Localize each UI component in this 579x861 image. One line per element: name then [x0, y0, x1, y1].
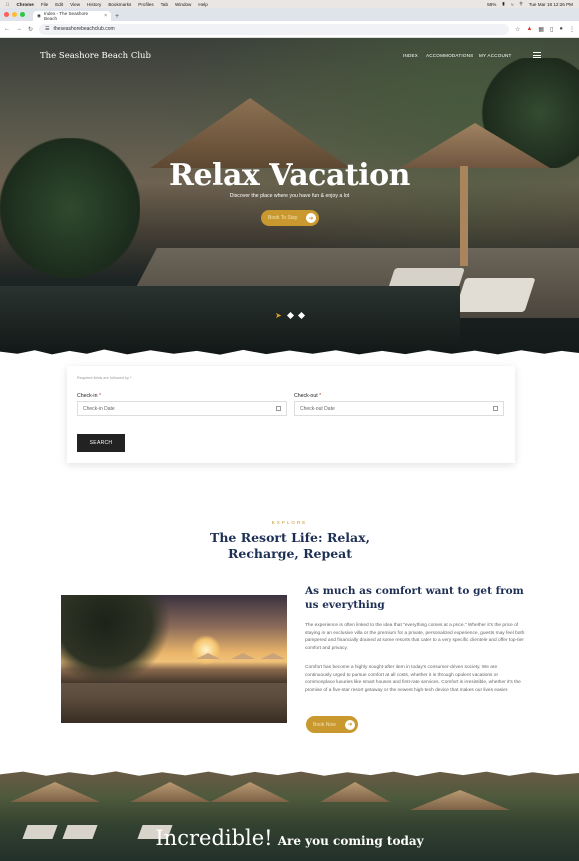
- nav-index[interactable]: INDEX: [403, 53, 418, 58]
- new-tab-button[interactable]: +: [115, 13, 119, 20]
- banner-title-small: Are you coming today: [277, 834, 424, 848]
- menu-file[interactable]: File: [41, 2, 48, 7]
- hamburger-menu-icon[interactable]: [533, 52, 541, 58]
- banner-image-hut: [320, 782, 390, 802]
- content-title: As much as comfort want to get from us e…: [305, 585, 524, 611]
- extension-icon[interactable]: ▲: [526, 26, 532, 33]
- bottom-banner-title: Incredible! Are you coming today: [0, 826, 579, 850]
- book-now-button[interactable]: Book Now ➜: [306, 716, 358, 733]
- menu-edit[interactable]: Edit: [55, 2, 63, 7]
- browser-tab[interactable]: ◉ Index - The Seashore Beach ×: [33, 11, 111, 21]
- checkout-date-field[interactable]: Check-out Date: [294, 401, 504, 416]
- close-window-button[interactable]: [4, 12, 9, 17]
- tab-title: Index - The Seashore Beach: [44, 11, 89, 21]
- battery-icon[interactable]: ▮: [502, 1, 505, 7]
- content-paragraph-2: Comfort has become a highly sought-after…: [305, 665, 521, 693]
- site-info-icon[interactable]: ☰: [45, 26, 49, 32]
- more-menu-icon[interactable]: ⋮: [569, 26, 575, 33]
- checkout-label: Check-out *: [294, 393, 321, 399]
- profile-avatar[interactable]: ●: [559, 26, 563, 33]
- menu-view[interactable]: View: [70, 2, 80, 7]
- clock[interactable]: Tue Mar 18 12:26 PM: [529, 2, 573, 7]
- resort-sunset-image: [61, 595, 287, 723]
- favicon-icon: ◉: [37, 13, 42, 18]
- slider-dots: ➤: [275, 311, 305, 320]
- slide-dot[interactable]: [297, 311, 305, 320]
- extensions-puzzle-icon[interactable]: ▦: [538, 26, 544, 33]
- search-icon[interactable]: ⚲: [519, 1, 522, 7]
- menu-help[interactable]: Help: [198, 2, 207, 7]
- required-mark: *: [319, 393, 322, 399]
- battery-percent: 58%: [487, 1, 497, 7]
- back-icon[interactable]: ←: [4, 26, 10, 32]
- content-paragraph-1: The experience is often linked to the id…: [305, 623, 525, 651]
- menu-profiles[interactable]: Profiles: [138, 2, 153, 7]
- required-mark: *: [98, 393, 101, 399]
- checkin-placeholder: Check-in Date: [83, 405, 115, 412]
- nav-my-account[interactable]: MY ACCOUNT: [479, 53, 512, 58]
- checkin-label: Check-in *: [77, 393, 101, 399]
- banner-title-big: Incredible!: [155, 826, 273, 850]
- wifi-icon[interactable]: ≈: [511, 2, 514, 7]
- checkout-label-text: Check-out: [294, 393, 318, 399]
- menu-history[interactable]: History: [87, 2, 101, 7]
- site-logo[interactable]: The Seashore Beach Club: [40, 51, 151, 61]
- url-text: theseashorebeachclub.com: [53, 26, 115, 32]
- hero-subtitle: Discover the place where you have fun & …: [229, 193, 350, 199]
- required-note: Required fields are followed by *: [77, 376, 132, 380]
- arrow-right-icon: ➜: [345, 719, 355, 730]
- address-bar[interactable]: ☰ theseashorebeachclub.com: [39, 23, 510, 35]
- slide-dot-active-icon[interactable]: ➤: [275, 312, 282, 320]
- close-tab-icon[interactable]: ×: [104, 13, 107, 19]
- pool-reflection: [61, 683, 287, 723]
- beach-umbrella: [261, 653, 285, 659]
- app-menu[interactable]: Chrome: [16, 2, 33, 7]
- menu-window[interactable]: Window: [175, 2, 191, 7]
- banner-image-hut: [210, 782, 290, 802]
- sunset-sun: [191, 635, 221, 665]
- apple-icon[interactable]: : [6, 2, 9, 7]
- booking-form: Required fields are followed by * Check-…: [67, 366, 515, 463]
- macos-menu-bar:  Chrome File Edit View History Bookmark…: [0, 0, 579, 8]
- browser-tab-bar: ◉ Index - The Seashore Beach × +: [0, 8, 579, 21]
- beach-umbrella: [231, 653, 255, 659]
- palm-trees: [61, 595, 171, 685]
- minimize-window-button[interactable]: [12, 12, 17, 17]
- forward-icon[interactable]: →: [16, 26, 22, 32]
- banner-image-hut: [130, 782, 210, 802]
- menu-tab[interactable]: Tab: [161, 2, 168, 7]
- sidebar-icon[interactable]: ▯: [550, 26, 553, 33]
- nav-accommodations[interactable]: ACCOMMODATIONS: [426, 53, 473, 58]
- book-to-stay-button[interactable]: Book To Stay ➜: [261, 210, 319, 226]
- banner-image-hut: [10, 782, 100, 802]
- checkout-placeholder: Check-out Date: [300, 405, 335, 412]
- section-title: The Resort Life: Relax, Recharge, Repeat: [210, 530, 370, 561]
- search-button[interactable]: SEARCH: [77, 434, 125, 452]
- hero-image-pool: [0, 286, 460, 360]
- book-now-label: Book Now: [313, 721, 336, 728]
- book-to-stay-label: Book To Stay: [268, 215, 298, 221]
- hero-title: Relax Vacation: [169, 158, 410, 193]
- section-eyebrow: EXPLORE: [271, 520, 308, 525]
- slide-dot[interactable]: [286, 311, 294, 320]
- menu-bookmarks[interactable]: Bookmarks: [108, 2, 131, 7]
- checkin-label-text: Check-in: [77, 393, 98, 399]
- bookmark-star-icon[interactable]: ☆: [515, 26, 520, 33]
- browser-toolbar: ← → ↻ ☰ theseashorebeachclub.com ☆ ▲ ▦ ▯…: [0, 21, 579, 38]
- arrow-right-icon: ➜: [306, 213, 316, 223]
- reload-icon[interactable]: ↻: [28, 26, 33, 33]
- hero-image-lounger: [454, 278, 536, 312]
- banner-image-hut: [410, 790, 510, 810]
- maximize-window-button[interactable]: [20, 12, 25, 17]
- window-controls: [4, 8, 25, 21]
- calendar-icon[interactable]: [276, 406, 281, 411]
- checkin-date-field[interactable]: Check-in Date: [77, 401, 287, 416]
- calendar-icon[interactable]: [493, 406, 498, 411]
